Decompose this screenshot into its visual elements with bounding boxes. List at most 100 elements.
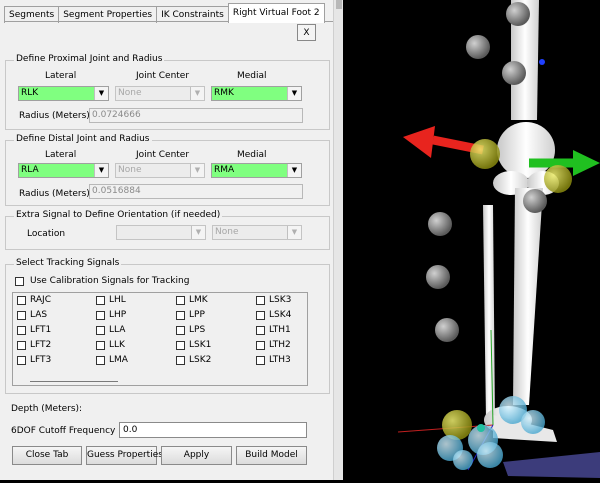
extra-signal-select[interactable]: None ▼: [212, 225, 302, 240]
chevron-down-icon: ▼: [287, 87, 301, 100]
chevron-down-icon: ▼: [287, 164, 301, 177]
signal-label: LSK1: [189, 340, 212, 350]
signal-checkbox[interactable]: [96, 341, 105, 350]
distal-center-header: Joint Center: [136, 150, 190, 160]
distal-lateral-value: RLA: [21, 165, 39, 175]
proximal-center-value: None: [118, 88, 142, 98]
extra-group-title: Extra Signal to Define Orientation (if n…: [14, 210, 223, 220]
marker: [453, 450, 473, 470]
proximal-medial-select[interactable]: RMK ▼: [211, 86, 302, 101]
signal-label: LFT3: [30, 355, 52, 365]
floor-plate: [503, 452, 600, 478]
3d-viewport[interactable]: [343, 0, 600, 480]
signal-checkbox[interactable]: [96, 326, 105, 335]
cutoff-label: 6DOF Cutoff Frequency: [11, 426, 116, 436]
segment-panel: Segments Segment Properties IK Constrain…: [0, 0, 337, 480]
signal-checkbox[interactable]: [176, 326, 185, 335]
distal-medial-header: Medial: [237, 150, 267, 160]
distal-medial-value: RMA: [214, 165, 235, 175]
signal-checkbox[interactable]: [176, 356, 185, 365]
scrollbar-thumb[interactable]: [336, 0, 342, 9]
signal-label: LMK: [189, 295, 208, 305]
signal-checkbox[interactable]: [96, 296, 105, 305]
chevron-down-icon: ▼: [190, 164, 204, 177]
tracking-group-title: Select Tracking Signals: [14, 258, 122, 268]
signal-label: LFT2: [30, 340, 52, 350]
signal-label: LTH1: [269, 325, 291, 335]
signal-checkbox[interactable]: [256, 311, 265, 320]
proximal-center-header: Joint Center: [136, 71, 190, 81]
use-calibration-checkbox[interactable]: [15, 277, 24, 286]
tracking-signal-list: [12, 292, 308, 386]
chevron-down-icon: ▼: [287, 226, 301, 239]
signal-checkbox[interactable]: [176, 311, 185, 320]
distal-radius-label: Radius (Meters): [19, 189, 90, 199]
signal-checkbox[interactable]: [17, 356, 26, 365]
close-tab-x-button[interactable]: X: [297, 24, 316, 41]
proximal-lateral-header: Lateral: [45, 71, 77, 81]
distal-medial-select[interactable]: RMA ▼: [211, 163, 302, 178]
proximal-radius-field: 0.0724666: [89, 108, 303, 123]
tibia-bone: [513, 188, 543, 405]
marker: [502, 61, 526, 85]
tab-right-virtual-foot-2[interactable]: Right Virtual Foot 2: [227, 3, 325, 23]
signal-checkbox[interactable]: [17, 311, 26, 320]
proximal-medial-header: Medial: [237, 71, 267, 81]
signal-checkbox[interactable]: [96, 311, 105, 320]
depth-label: Depth (Meters):: [11, 404, 83, 414]
distal-group-title: Define Distal Joint and Radius: [14, 134, 152, 144]
signal-label: LTH3: [269, 355, 291, 365]
signal-checkbox[interactable]: [96, 356, 105, 365]
build-model-button[interactable]: Build Model: [236, 446, 307, 465]
chevron-down-icon: ▼: [190, 87, 204, 100]
signal-label: LLK: [109, 340, 125, 350]
signal-label: LSK4: [269, 310, 292, 320]
signal-checkbox[interactable]: [176, 341, 185, 350]
proximal-radius-label: Radius (Meters): [19, 111, 90, 121]
distal-lateral-header: Lateral: [45, 150, 77, 160]
marker: [521, 410, 545, 434]
fibula-bone: [483, 205, 495, 420]
signal-label: LMA: [109, 355, 128, 365]
signal-checkbox[interactable]: [17, 341, 26, 350]
close-tab-button[interactable]: Close Tab: [12, 446, 82, 465]
signal-checkbox[interactable]: [256, 326, 265, 335]
tab-strip: Segments Segment Properties IK Constrain…: [4, 3, 325, 23]
location-select[interactable]: ▼: [116, 225, 206, 240]
signal-checkbox[interactable]: [17, 296, 26, 305]
distal-lateral-select[interactable]: RLA ▼: [18, 163, 109, 178]
signal-checkbox[interactable]: [256, 341, 265, 350]
signal-label: LLA: [109, 325, 126, 335]
signal-label: LHL: [109, 295, 126, 305]
guess-properties-button[interactable]: Guess Properties: [86, 446, 163, 465]
signal-label: LAS: [30, 310, 48, 320]
proximal-lateral-value: RLK: [21, 88, 39, 98]
signal-checkbox[interactable]: [256, 356, 265, 365]
chevron-down-icon: ▼: [94, 164, 108, 177]
chevron-down-icon: ▼: [94, 87, 108, 100]
proximal-medial-value: RMK: [214, 88, 234, 98]
proximal-center-select[interactable]: None ▼: [115, 86, 205, 101]
signal-checkbox[interactable]: [176, 296, 185, 305]
signal-label: LPP: [189, 310, 205, 320]
signal-checkbox[interactable]: [256, 296, 265, 305]
proximal-lateral-select[interactable]: RLK ▼: [18, 86, 109, 101]
distal-center-select[interactable]: None ▼: [115, 163, 205, 178]
cutoff-frequency-input[interactable]: 0.0: [119, 422, 307, 438]
signal-label: RAJC: [30, 295, 51, 305]
list-scroll-indicator[interactable]: [30, 381, 118, 382]
signal-label: LHP: [109, 310, 127, 320]
proximal-group-title: Define Proximal Joint and Radius: [14, 54, 165, 64]
chevron-down-icon: ▼: [191, 226, 205, 239]
signal-checkbox[interactable]: [17, 326, 26, 335]
marker: [466, 35, 490, 59]
signal-label: LFT1: [30, 325, 52, 335]
signal-label: LTH2: [269, 340, 291, 350]
distal-radius-field: 0.0516884: [89, 184, 303, 199]
marker: [523, 189, 547, 213]
y-arrow-head: [573, 150, 600, 176]
marker: [539, 59, 545, 65]
extra-signal-value: None: [215, 227, 239, 237]
apply-button[interactable]: Apply: [161, 446, 232, 465]
signal-label: LPS: [189, 325, 206, 335]
